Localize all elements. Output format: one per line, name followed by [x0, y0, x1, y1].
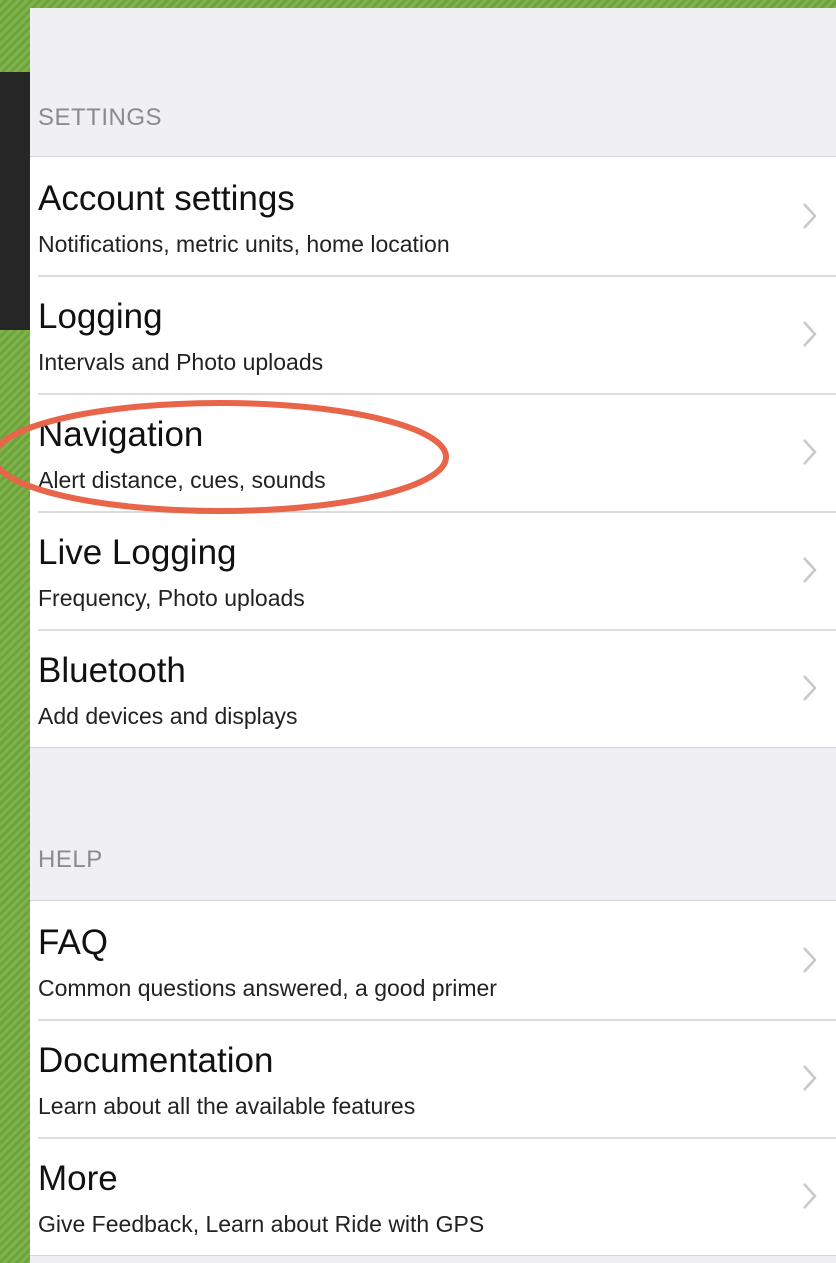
settings-group: Account settings Notifications, metric u…: [30, 156, 836, 748]
row-title: Live Logging: [38, 533, 237, 572]
chevron-right-icon: [803, 1183, 817, 1209]
settings-row-navigation[interactable]: Navigation Alert distance, cues, sounds: [30, 393, 836, 511]
help-row-more[interactable]: More Give Feedback, Learn about Ride wit…: [30, 1137, 836, 1255]
help-row-faq[interactable]: FAQ Common questions answered, a good pr…: [30, 901, 836, 1019]
row-title: Documentation: [38, 1041, 274, 1080]
row-title: Account settings: [38, 179, 295, 218]
row-title: More: [38, 1159, 118, 1198]
row-title: FAQ: [38, 923, 109, 962]
settings-row-live-logging[interactable]: Live Logging Frequency, Photo uploads: [30, 511, 836, 629]
row-subtitle: Alert distance, cues, sounds: [38, 467, 326, 493]
chevron-right-icon: [803, 557, 817, 583]
row-title: Logging: [38, 297, 163, 336]
chevron-right-icon: [803, 675, 817, 701]
section-header-settings: SETTINGS: [38, 104, 163, 131]
row-subtitle: Frequency, Photo uploads: [38, 585, 305, 611]
chevron-right-icon: [803, 1065, 817, 1091]
chevron-right-icon: [803, 439, 817, 465]
chevron-right-icon: [803, 321, 817, 347]
help-row-documentation[interactable]: Documentation Learn about all the availa…: [30, 1019, 836, 1137]
chevron-right-icon: [803, 947, 817, 973]
row-title: Navigation: [38, 415, 204, 454]
help-group: FAQ Common questions answered, a good pr…: [30, 900, 836, 1256]
row-subtitle: Notifications, metric units, home locati…: [38, 231, 450, 257]
row-subtitle: Give Feedback, Learn about Ride with GPS: [38, 1211, 485, 1237]
settings-screen: SETTINGS Account settings Notifications,…: [30, 8, 836, 1263]
chevron-right-icon: [803, 203, 817, 229]
settings-row-logging[interactable]: Logging Intervals and Photo uploads: [30, 275, 836, 393]
row-subtitle: Add devices and displays: [38, 703, 298, 729]
green-background-top: [0, 0, 836, 8]
row-subtitle: Learn about all the available features: [38, 1093, 416, 1119]
section-header-help: HELP: [38, 846, 103, 873]
settings-row-account[interactable]: Account settings Notifications, metric u…: [30, 157, 836, 275]
row-title: Bluetooth: [38, 651, 186, 690]
row-subtitle: Common questions answered, a good primer: [38, 975, 497, 1001]
row-subtitle: Intervals and Photo uploads: [38, 349, 324, 375]
settings-row-bluetooth[interactable]: Bluetooth Add devices and displays: [30, 629, 836, 747]
background-dark-panel: [0, 72, 30, 330]
